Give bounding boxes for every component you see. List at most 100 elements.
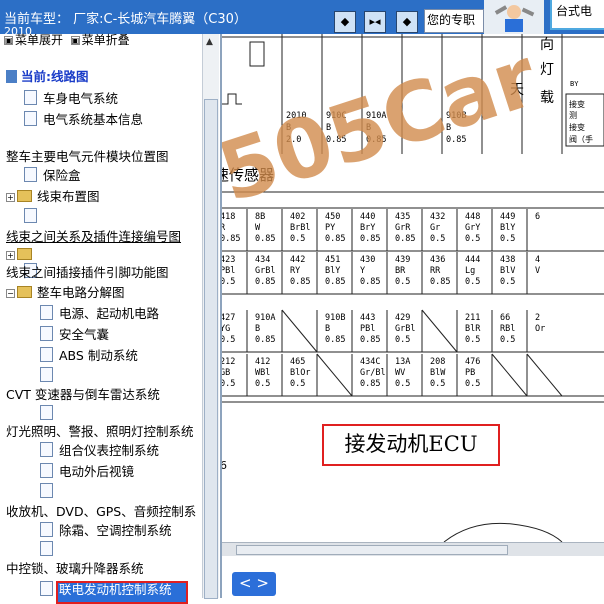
wire-code: 0.5 [395,335,410,345]
wire-code: 434C [360,357,380,367]
tree-item[interactable]: 电动外后视镜 [40,463,134,481]
wire-code: 0.5 [290,379,305,389]
tree-item[interactable] [40,483,59,501]
page-icon [40,522,53,537]
tree-item[interactable] [40,541,59,559]
wire-code: Lg [465,266,475,276]
wire-code: Gr/Bl [360,368,386,378]
wire-code: RBl [500,324,515,334]
folder-icon [17,286,32,298]
wire-code: BlV [500,266,515,276]
tree-item[interactable]: ABS 制动系统 [40,347,138,365]
tree-folder-open[interactable]: − 整车电路分解图 [6,284,125,302]
menu-collapse-button[interactable]: 菜单折叠 [82,33,130,47]
corner-panel: 台式电 [550,0,604,30]
tree-scrollbar[interactable]: ▲ [202,34,219,599]
page-icon [40,367,53,382]
ecu-connector-label: 接发动机ECU [322,424,500,466]
horizontal-scrollbar[interactable] [222,542,604,557]
tree-item[interactable]: 电源、起动机电路 [40,305,159,323]
wire-code: 13A [395,357,410,367]
tree-item[interactable]: 线束之间插接插件引脚功能图 [6,264,169,282]
wire-code: 0.85 [325,277,345,287]
connector-grid: 418R0.858BW0.85402BrBl0.5450PY0.85440BrY… [222,209,604,397]
wire-code: RY [290,266,300,276]
wire-code: 436 [430,255,445,265]
tree-item[interactable]: 除霜、空调控制系统 [40,522,172,540]
wire-code: 476 [465,357,480,367]
wire-code: GB [222,368,230,378]
menu-expand-button[interactable]: 菜单展开 [15,33,63,47]
wire-code: 0.85 [290,277,310,287]
tree-item[interactable]: 保险盒 [24,167,81,185]
wire-code: BlY [325,266,340,276]
menu-toolbar: ▣ 菜单展开 ▣ 菜单折叠 [4,31,130,48]
wire-code: 423 [222,255,235,265]
tree-current[interactable]: 当前:线路图 [6,68,89,86]
tree-item[interactable]: CVT 变速器与倒车雷达系统 [6,386,160,404]
page-icon [24,111,37,126]
wire-code: 0.5 [395,277,410,287]
scroll-up-icon[interactable]: ▲ [206,37,213,47]
tree-item[interactable]: 收放机、DVD、GPS、音频控制系 [6,503,196,521]
nav-next-button[interactable]: ◆ [396,11,418,33]
wire-code: 427 [222,313,235,323]
wire-code: 451 [325,255,340,265]
wire-code: 0.5 [465,234,480,244]
wire-code: 212 [222,357,235,367]
page-nav-button[interactable]: < > [232,572,276,596]
wire-code: 0.85 [360,335,380,345]
tree-item[interactable]: 灯光照明、警报、照明灯控制系统 [6,423,194,441]
wire-code: 0.5 [222,277,235,287]
wire-code: 0.5 [255,379,270,389]
wire-code: 0.85 [395,234,415,244]
tree-item[interactable] [40,367,59,385]
wire-code: 208 [430,357,445,367]
wire-code: Or [535,324,545,334]
page-icon [40,483,53,498]
wire-code: 429 [395,313,410,323]
wire-code: 0.5 [465,379,480,389]
page-icon [24,90,37,105]
tree-folder[interactable]: + [6,246,37,264]
wire-code: 412 [255,357,270,367]
wire-code: Y [360,266,365,276]
wire-code: GrBl [255,266,275,276]
tree-item[interactable] [40,405,59,423]
vehicle-title: 当前车型： 厂家:C-长城汽车腾翼（C30） [4,12,247,27]
folder-icon [17,190,32,202]
tree-item[interactable]: 安全气囊 [40,326,109,344]
wire-code: 0.5 [395,379,410,389]
tree-folder[interactable]: + 线束布置图 [6,188,100,206]
wire-code: 4 [535,255,540,265]
horizontal-scroll-thumb[interactable] [236,545,508,555]
wire-code: 0.85 [430,277,450,287]
wire-code: 0.5 [465,277,480,287]
tree-item[interactable]: 整车主要电气元件模块位置图 [6,148,169,166]
wire-code: 910B [325,313,345,323]
nav-prev-button[interactable]: ◆ [334,11,356,33]
empty-cell-slash [526,353,563,397]
collapse-minus-icon: − [6,289,15,298]
folder-icon [17,248,32,260]
page-icon [24,167,37,182]
menu-panel: ▣ 菜单展开 ▣ 菜单折叠 当前:线路图 车身电气系统 电气系统基本信息 整车主要电… [0,31,222,604]
wire-code: 0.5 [290,234,305,244]
svg-text:505Car: 505Car [222,34,549,221]
tree-item[interactable] [24,208,43,226]
scroll-thumb[interactable] [204,99,218,599]
wire-code: 2 [535,313,540,323]
wire-code: 0.85 [255,234,275,244]
diagram-viewer[interactable]: BY 接变 测 接变 阀（手 向 灯 天 载 2010 B 2.0 910C B… [222,34,604,542]
tree-item[interactable]: 电气系统基本信息 [24,111,143,129]
expand-plus-icon: + [6,251,15,260]
wire-code: PBl [222,266,235,276]
page-icon [40,305,53,320]
tree-item-selected-label[interactable]: 联电发动机控制系统 [40,581,172,599]
tree-item[interactable]: 线束之间关系及插件连接编号图 [6,228,181,246]
tree-item[interactable]: 组合仪表控制系统 [40,442,159,460]
nav-fit-button[interactable]: ▸◂ [364,11,386,33]
tree-item[interactable]: 车身电气系统 [24,90,118,108]
wire-code: 0.85 [222,234,240,244]
tree-item[interactable]: 中控锁、玻璃升降器系统 [6,560,144,578]
